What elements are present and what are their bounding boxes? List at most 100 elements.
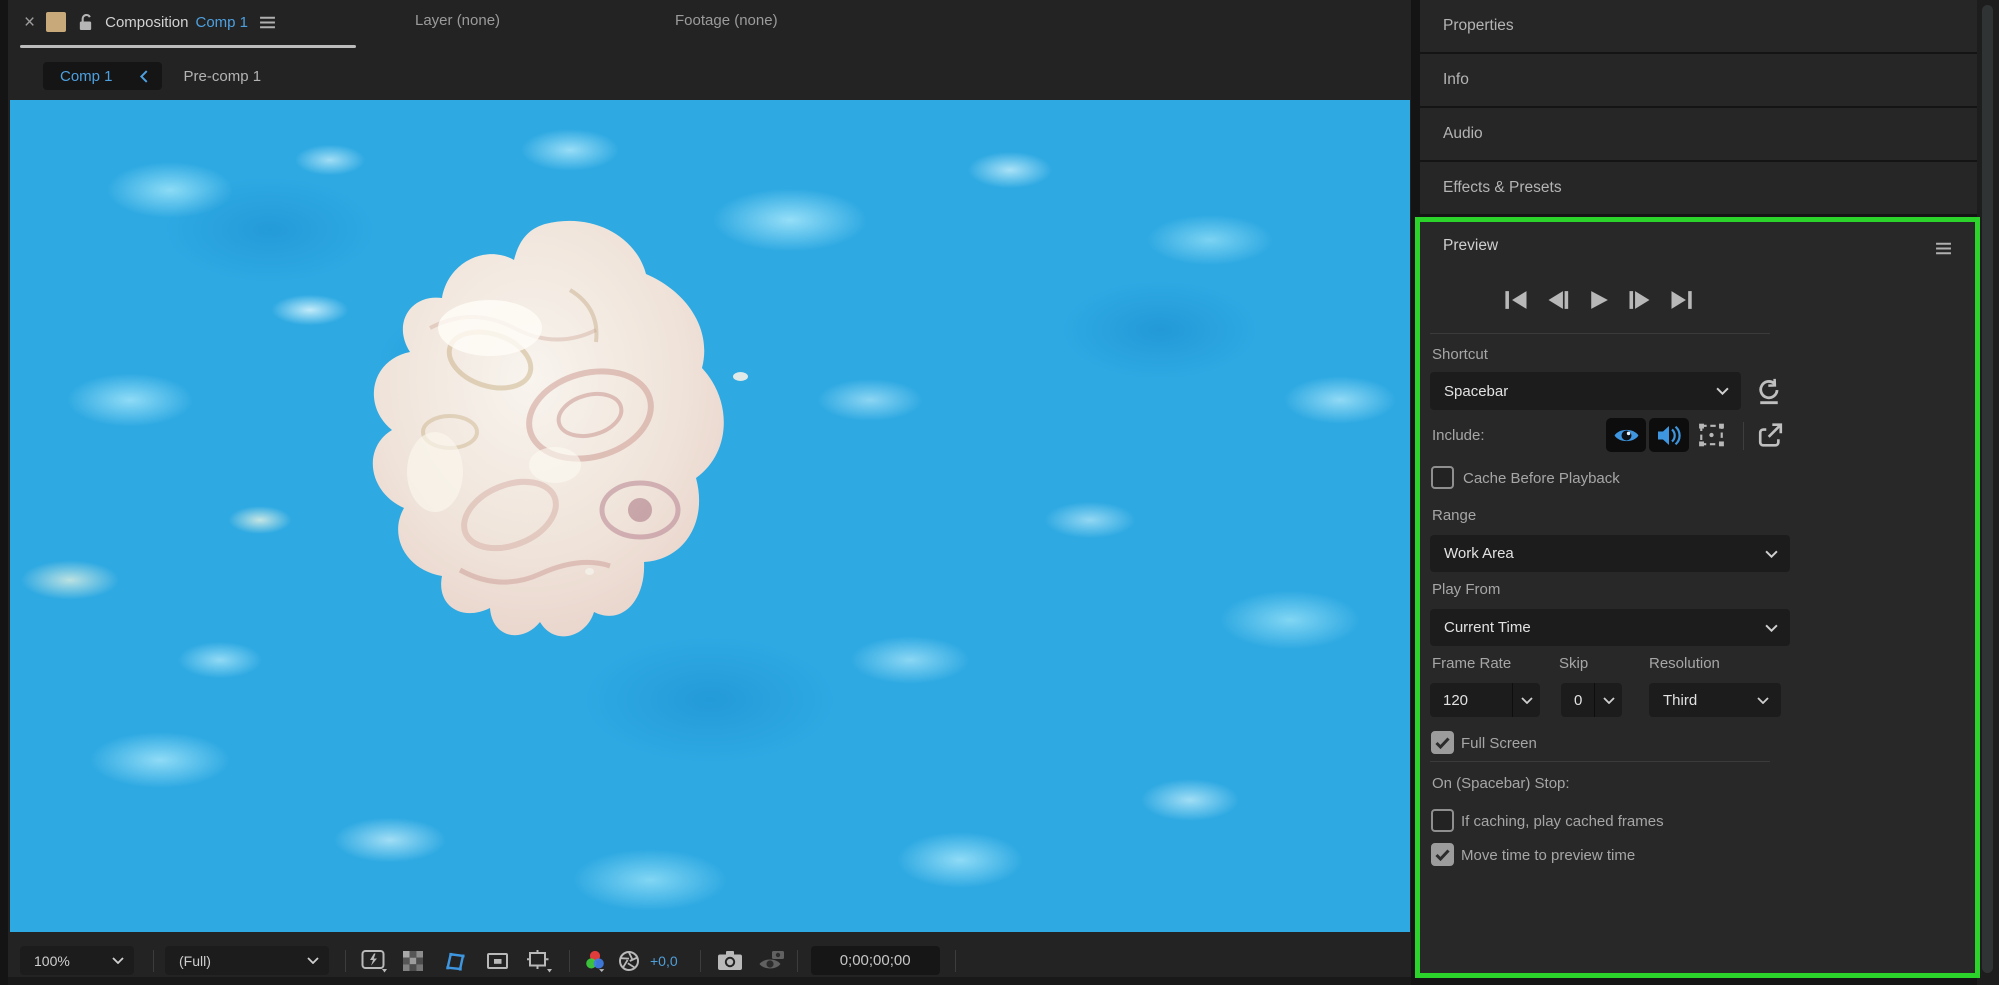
- close-panel-icon[interactable]: ×: [24, 13, 35, 32]
- chevron-down-icon[interactable]: [1594, 683, 1622, 717]
- play-from-value: Current Time: [1444, 619, 1531, 636]
- tab-composition-name: Comp 1: [195, 13, 249, 31]
- breadcrumb-current-label: Comp 1: [60, 67, 113, 85]
- primary-viewer-icon[interactable]: [1756, 420, 1785, 450]
- first-frame-button[interactable]: [1504, 290, 1529, 310]
- panel-color-swatch: [46, 12, 67, 32]
- chevron-down-icon: [307, 957, 319, 964]
- breadcrumb-current-comp[interactable]: Comp 1: [43, 62, 162, 90]
- play-from-select[interactable]: Current Time: [1430, 609, 1790, 646]
- range-value: Work Area: [1444, 545, 1514, 562]
- after-effects-window: × Composition Comp 1 Layer (none) Footage…: [0, 0, 1999, 985]
- separator: [345, 949, 346, 972]
- if-caching-label: If caching, play cached frames: [1461, 813, 1664, 830]
- chevron-down-icon[interactable]: [1512, 683, 1540, 717]
- resolution-preview-value: Third: [1663, 691, 1698, 709]
- tab-composition[interactable]: Composition Comp 1: [105, 14, 248, 31]
- resolution-preview-select[interactable]: Third: [1649, 683, 1781, 717]
- snapshot-camera-icon[interactable]: [716, 946, 744, 975]
- transparency-grid-icon[interactable]: [399, 946, 427, 975]
- full-screen-label: Full Screen: [1461, 735, 1537, 752]
- sidebar-item-label: Effects & Presets: [1443, 179, 1562, 196]
- cache-before-playback-label: Cache Before Playback: [1463, 470, 1620, 487]
- tab-composition-label: Composition: [105, 13, 189, 31]
- divider: [1430, 333, 1770, 334]
- include-label: Include:: [1432, 427, 1485, 444]
- chevron-down-icon: [1716, 387, 1729, 395]
- magnification-select[interactable]: 100%: [20, 946, 134, 975]
- cache-before-playback-checkbox[interactable]: [1431, 466, 1454, 489]
- previous-frame-button[interactable]: [1546, 290, 1571, 310]
- composition-panel: × Composition Comp 1 Layer (none) Footage…: [8, 0, 1411, 985]
- separator: [954, 949, 956, 972]
- shortcut-value: Spacebar: [1444, 382, 1509, 400]
- current-time-field[interactable]: 0;00;00;00: [810, 946, 940, 975]
- resolution-select[interactable]: (Full): [165, 946, 329, 975]
- sidebar-item-label: Info: [1443, 71, 1469, 88]
- shortcut-select[interactable]: Spacebar: [1430, 372, 1741, 410]
- liquid-blob-artwork: [372, 220, 724, 637]
- sidebar-item-label: Audio: [1443, 125, 1483, 142]
- unlock-icon[interactable]: [77, 13, 94, 32]
- composition-viewport[interactable]: [10, 100, 1410, 932]
- vertical-scrollbar[interactable]: [1982, 5, 1993, 973]
- chevron-down-icon: [1757, 696, 1769, 704]
- frame-rate-combo[interactable]: 120: [1430, 683, 1540, 717]
- separator: [699, 949, 701, 972]
- sidebar-item-label: Properties: [1443, 17, 1514, 34]
- next-frame-button[interactable]: [1627, 290, 1652, 310]
- divider: [1430, 761, 1770, 762]
- exposure-aperture-icon[interactable]: [617, 946, 641, 975]
- panel-menu-icon[interactable]: [259, 16, 276, 29]
- last-frame-button[interactable]: [1669, 290, 1694, 310]
- skip-combo[interactable]: 0: [1561, 683, 1622, 717]
- play-from-label: Play From: [1432, 581, 1501, 598]
- include-video-icon[interactable]: [1606, 418, 1646, 452]
- chevron-down-icon: [1765, 624, 1778, 632]
- playback-controls: [1504, 290, 1694, 310]
- region-of-interest-icon[interactable]: [483, 946, 513, 975]
- composition-navigator: Comp 1 Pre-comp 1: [43, 62, 261, 90]
- sidebar-item-audio[interactable]: Audio: [1420, 108, 1977, 160]
- preview-panel-menu-icon[interactable]: [1935, 242, 1952, 260]
- play-button[interactable]: [1588, 290, 1610, 310]
- on-stop-label: On (Spacebar) Stop:: [1432, 775, 1570, 792]
- sidebar-item-info[interactable]: Info: [1420, 54, 1977, 106]
- breadcrumb-parent-comp[interactable]: Pre-comp 1: [184, 68, 262, 85]
- full-screen-checkbox[interactable]: [1431, 731, 1454, 754]
- channel-rgb-icon[interactable]: [582, 946, 608, 975]
- mask-visibility-icon[interactable]: [435, 946, 475, 975]
- move-time-label: Move time to preview time: [1461, 847, 1636, 864]
- include-audio-icon[interactable]: [1649, 418, 1689, 452]
- include-overlays-icon[interactable]: [1692, 418, 1730, 452]
- show-snapshot-icon[interactable]: [757, 946, 787, 975]
- resolution-value: (Full): [179, 952, 211, 969]
- preview-panel-title: Preview: [1443, 237, 1499, 254]
- preview-panel: Preview Shortcut Spacebar Include: Cache…: [1420, 222, 1975, 973]
- range-label: Range: [1432, 507, 1477, 524]
- fast-previews-icon[interactable]: [355, 946, 393, 975]
- shortcut-label: Shortcut: [1432, 346, 1488, 363]
- viewer-toolbar: 100% (Full) +0,0 0;00;00;00: [8, 945, 1411, 976]
- tab-footage[interactable]: Footage (none): [675, 12, 778, 29]
- right-sidebar: Properties Info Audio Effects & Presets: [1420, 0, 1977, 217]
- sidebar-item-properties[interactable]: Properties: [1420, 0, 1977, 52]
- chevron-left-icon: [139, 69, 147, 83]
- separator: [153, 949, 154, 972]
- skip-value: 0: [1574, 691, 1583, 709]
- if-caching-checkbox[interactable]: [1431, 809, 1454, 832]
- separator: [796, 949, 798, 972]
- separator: [1743, 422, 1744, 450]
- active-tab-underline: [20, 45, 356, 48]
- exposure-value[interactable]: +0,0: [650, 953, 678, 969]
- droplet: [733, 372, 748, 381]
- guide-options-icon[interactable]: [521, 946, 557, 975]
- sidebar-item-effects-presets[interactable]: Effects & Presets: [1420, 162, 1977, 214]
- move-time-checkbox[interactable]: [1431, 843, 1454, 866]
- timecode-value: 0;00;00;00: [839, 952, 911, 969]
- range-select[interactable]: Work Area: [1430, 535, 1790, 572]
- frame-rate-value: 120: [1443, 691, 1469, 709]
- tab-layer[interactable]: Layer (none): [415, 12, 500, 29]
- reset-icon[interactable]: [1755, 377, 1783, 405]
- magnification-value: 100%: [34, 952, 70, 969]
